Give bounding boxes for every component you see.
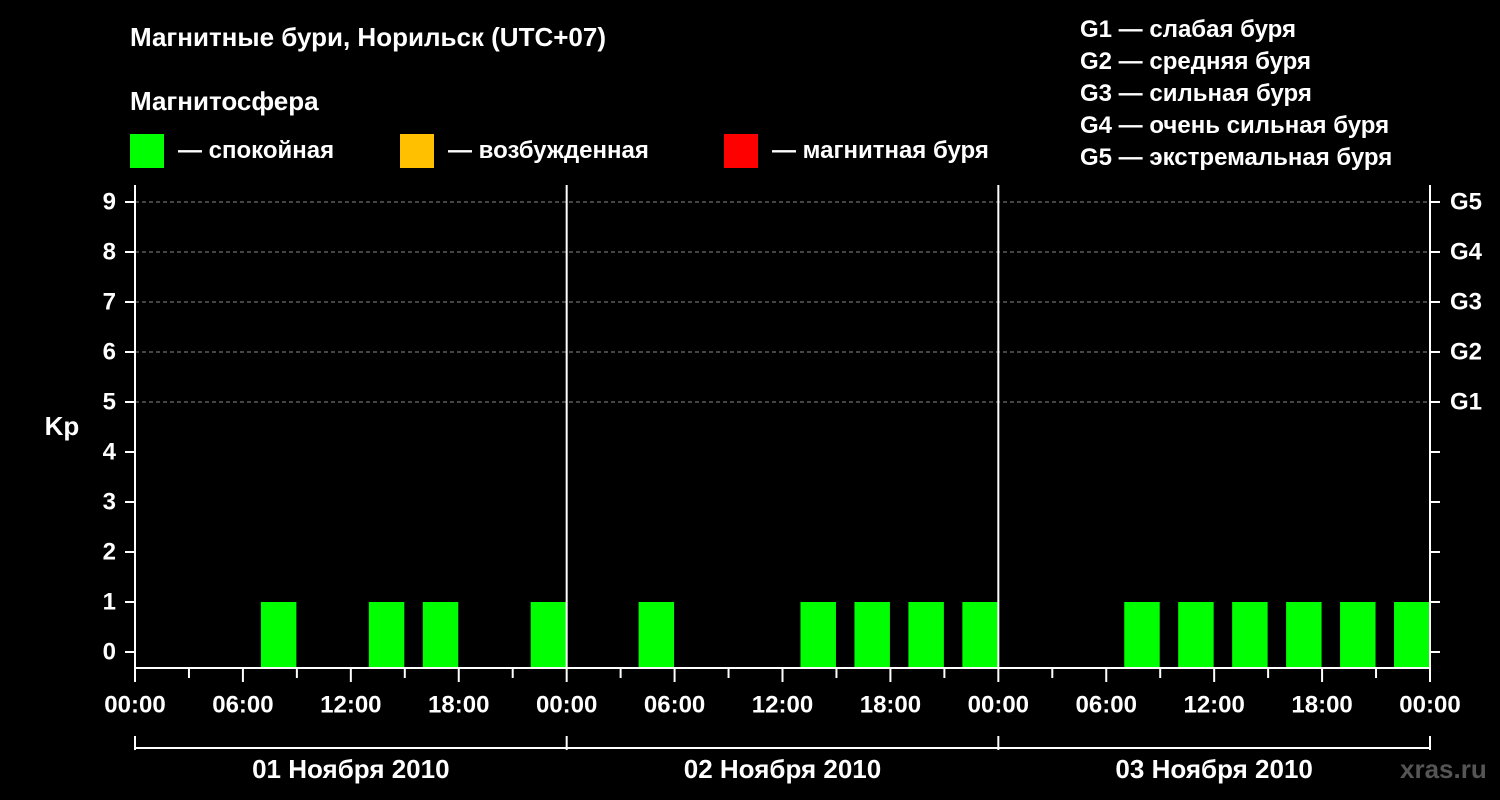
day-label: 02 Ноября 2010 xyxy=(684,754,881,784)
legend-item-excited: — возбужденная xyxy=(400,134,649,168)
day-label: 03 Ноября 2010 xyxy=(1115,754,1312,784)
g-level-label: G2 xyxy=(1450,338,1482,365)
kp-bar-day3-5 xyxy=(1286,602,1322,668)
x-tick-label: 00:00 xyxy=(536,691,597,718)
g-level-label: G1 xyxy=(1450,388,1482,415)
x-tick-label: 06:00 xyxy=(212,691,273,718)
y-tick-label: 1 xyxy=(103,588,116,615)
x-tick-label: 18:00 xyxy=(428,691,489,718)
storm-scale-g3: G3 — сильная буря xyxy=(1080,80,1312,107)
storm-scale-legend: G1 — слабая буря G2 — средняя буря G3 — … xyxy=(1080,14,1392,174)
kp-bar-day3-2 xyxy=(1124,602,1160,668)
kp-bar-day2-6 xyxy=(908,602,944,668)
y-axis-label: Kp xyxy=(45,411,80,441)
y-tick-label: 8 xyxy=(103,238,116,265)
y-tick-label: 6 xyxy=(103,338,116,365)
legend-label-excited: — возбужденная xyxy=(448,137,649,164)
y-tick-label: 2 xyxy=(103,538,116,565)
kp-bar-day1-5 xyxy=(422,602,459,668)
x-tick-label: 12:00 xyxy=(320,691,381,718)
x-tick-label: 12:00 xyxy=(752,691,813,718)
x-tick-label: 00:00 xyxy=(968,691,1029,718)
y-tick-label: 5 xyxy=(103,388,116,415)
chart-title: Магнитные бури, Норильск (UTC+07) xyxy=(130,22,606,52)
day-label: 01 Ноября 2010 xyxy=(252,754,449,784)
legend-label-storm: — магнитная буря xyxy=(772,137,989,164)
kp-bar-day2-4 xyxy=(800,602,836,668)
magnetosphere-heading: Магнитосфера xyxy=(130,86,319,116)
y-tick-label: 7 xyxy=(103,288,116,315)
storm-scale-g5: G5 — экстремальная буря xyxy=(1080,144,1393,171)
x-tick-label: 00:00 xyxy=(104,691,165,718)
kp-bar-day2-1 xyxy=(638,602,675,668)
storm-scale-g1: G1 — слабая буря xyxy=(1080,16,1297,43)
storm-scale-g2: G2 — средняя буря xyxy=(1080,48,1311,75)
legend-item-storm: — магнитная буря xyxy=(724,134,989,168)
kp-bar-day1-4 xyxy=(368,602,405,668)
storm-scale-g4: G4 — очень сильная буря xyxy=(1080,112,1390,139)
legend-item-quiet: — спокойная xyxy=(130,134,334,168)
x-tick-label: 06:00 xyxy=(1076,691,1137,718)
kp-bar-day1-2 xyxy=(260,602,297,668)
legend-swatch-storm xyxy=(724,134,758,168)
x-tick-label: 18:00 xyxy=(1291,691,1352,718)
x-tick-label: 12:00 xyxy=(1183,691,1244,718)
kp-bar-day3-7 xyxy=(1394,602,1430,668)
x-tick-label: 06:00 xyxy=(644,691,705,718)
kp-bar-day3-6 xyxy=(1340,602,1376,668)
kp-bar-day2-5 xyxy=(854,602,890,668)
y-tick-label: 3 xyxy=(103,488,116,515)
g-level-label: G4 xyxy=(1450,238,1483,265)
y-tick-label: 4 xyxy=(103,438,117,465)
kp-bar-day1-7 xyxy=(530,602,567,668)
legend-label-quiet: — спокойная xyxy=(178,137,335,164)
watermark: xras.ru xyxy=(1400,754,1487,784)
y-tick-label: 9 xyxy=(103,188,116,215)
legend-swatch-quiet xyxy=(130,134,164,168)
g-level-label: G3 xyxy=(1450,288,1482,315)
kp-bar-day2-7 xyxy=(962,602,998,668)
kp-bar-day3-3 xyxy=(1178,602,1214,668)
x-tick-label: 18:00 xyxy=(860,691,921,718)
legend-swatch-excited xyxy=(400,134,434,168)
g-level-label: G5 xyxy=(1450,188,1482,215)
kp-bar-day3-4 xyxy=(1232,602,1268,668)
x-tick-label: 00:00 xyxy=(1399,691,1460,718)
y-tick-label: 0 xyxy=(103,638,116,665)
